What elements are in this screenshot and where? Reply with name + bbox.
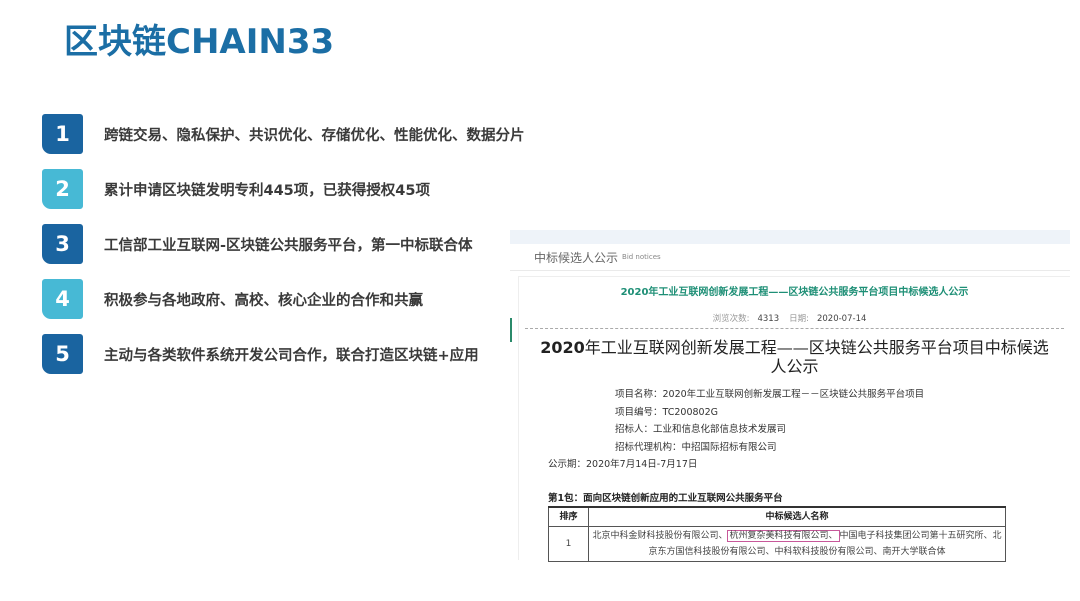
- header-name: 中标候选人名称: [588, 506, 1006, 527]
- notice-title: 2020年工业互联网创新发展工程——区块链公共服务平台项目中标候选人公示: [519, 338, 1070, 376]
- active-indicator: [510, 318, 512, 342]
- project-number: 项目编号：TC200802G: [615, 406, 719, 418]
- date-label: 日期:: [789, 314, 809, 324]
- header-rank: 排序: [548, 506, 589, 527]
- date-value: 2020-07-14: [816, 314, 867, 324]
- views-count: 4313: [757, 314, 780, 324]
- notice-link-title[interactable]: 2020年工业互联网创新发展工程——区块链公共服务平台项目中标候选人公示: [519, 283, 1070, 298]
- number-badge: 2: [42, 169, 83, 209]
- project-info: 项目名称：2020年工业互联网创新发展工程－－区块链公共服务平台项目 项目编号：…: [615, 386, 1070, 456]
- title-year: 2020: [540, 338, 585, 357]
- screenshot-topbar: [510, 230, 1070, 244]
- list-item: 1 跨链交易、隐私保护、共识优化、存储优化、性能优化、数据分片: [42, 114, 525, 154]
- number-badge: 5: [42, 334, 83, 374]
- bid-notice-screenshot: 中标候选人公示 Bid notices 2020年工业互联网创新发展工程——区块链…: [510, 230, 1070, 562]
- section-title: 中标候选人公示: [534, 250, 619, 265]
- item-text: 工信部工业互联网-区块链公共服务平台，第一中标联合体: [104, 237, 473, 254]
- notice-meta: 浏览次数: 4313 日期: 2020-07-14: [519, 312, 1070, 324]
- views-label: 浏览次数:: [712, 314, 750, 324]
- highlighted-candidate: 杭州复杂美科技有限公司、: [727, 530, 840, 542]
- title-text: 年工业互联网创新发展工程——区块链公共服务平台项目中标候选人公示: [584, 338, 1049, 376]
- number-badge: 4: [42, 279, 83, 319]
- tenderer: 招标人：工业和信息化部信息技术发展司: [615, 424, 787, 435]
- cell-candidates: 北京中科金财科技股份有限公司、 杭州复杂美科技有限公司、 中国电子科技集团公司第十五…: [588, 526, 1006, 562]
- item-text: 积极参与各地政府、高校、核心企业的合作和共赢: [104, 292, 423, 309]
- item-text: 主动与各类软件系统开发公司合作，联合打造区块链+应用: [104, 347, 479, 364]
- number-badge: 3: [42, 224, 83, 264]
- notice-period: 公示期：2020年7月14日-7月17日: [548, 459, 698, 470]
- cell-rank: 1: [548, 526, 589, 562]
- list-item: 2 累计申请区块链发明专利445项，已获得授权45项: [42, 169, 430, 209]
- candidates-table: 排序 中标候选人名称 1 北京中科金财科技股份有限公司、 杭州复杂美科技有限公司、 中国…: [548, 506, 1006, 562]
- number-badge: 1: [42, 114, 83, 154]
- slide-title: 区块链CHAIN33: [64, 22, 335, 62]
- divider: [525, 328, 1064, 329]
- notice-card: 2020年工业互联网创新发展工程——区块链公共服务平台项目中标候选人公示 浏览次…: [518, 276, 1070, 562]
- table-row: 1 北京中科金财科技股份有限公司、 杭州复杂美科技有限公司、 中国电子科技集团公司第十…: [548, 526, 1006, 562]
- candidate-text: 北京中科金财科技股份有限公司、: [592, 531, 728, 541]
- item-text: 跨链交易、隐私保护、共识优化、存储优化、性能优化、数据分片: [104, 127, 525, 144]
- item-text: 累计申请区块链发明专利445项，已获得授权45项: [104, 182, 430, 199]
- section-header: 中标候选人公示 Bid notices: [510, 244, 1070, 271]
- project-name: 项目名称：2020年工业互联网创新发展工程－－区块链公共服务平台项目: [615, 389, 925, 400]
- package-title: 第1包：面向区块链创新应用的工业互联网公共服务平台: [548, 493, 783, 504]
- list-item: 4 积极参与各地政府、高校、核心企业的合作和共赢: [42, 279, 423, 319]
- section-title-en: Bid notices: [622, 253, 661, 261]
- list-item: 5 主动与各类软件系统开发公司合作，联合打造区块链+应用: [42, 334, 479, 374]
- list-item: 3 工信部工业互联网-区块链公共服务平台，第一中标联合体: [42, 224, 473, 264]
- tender-agency: 招标代理机构：中招国际招标有限公司: [615, 441, 777, 453]
